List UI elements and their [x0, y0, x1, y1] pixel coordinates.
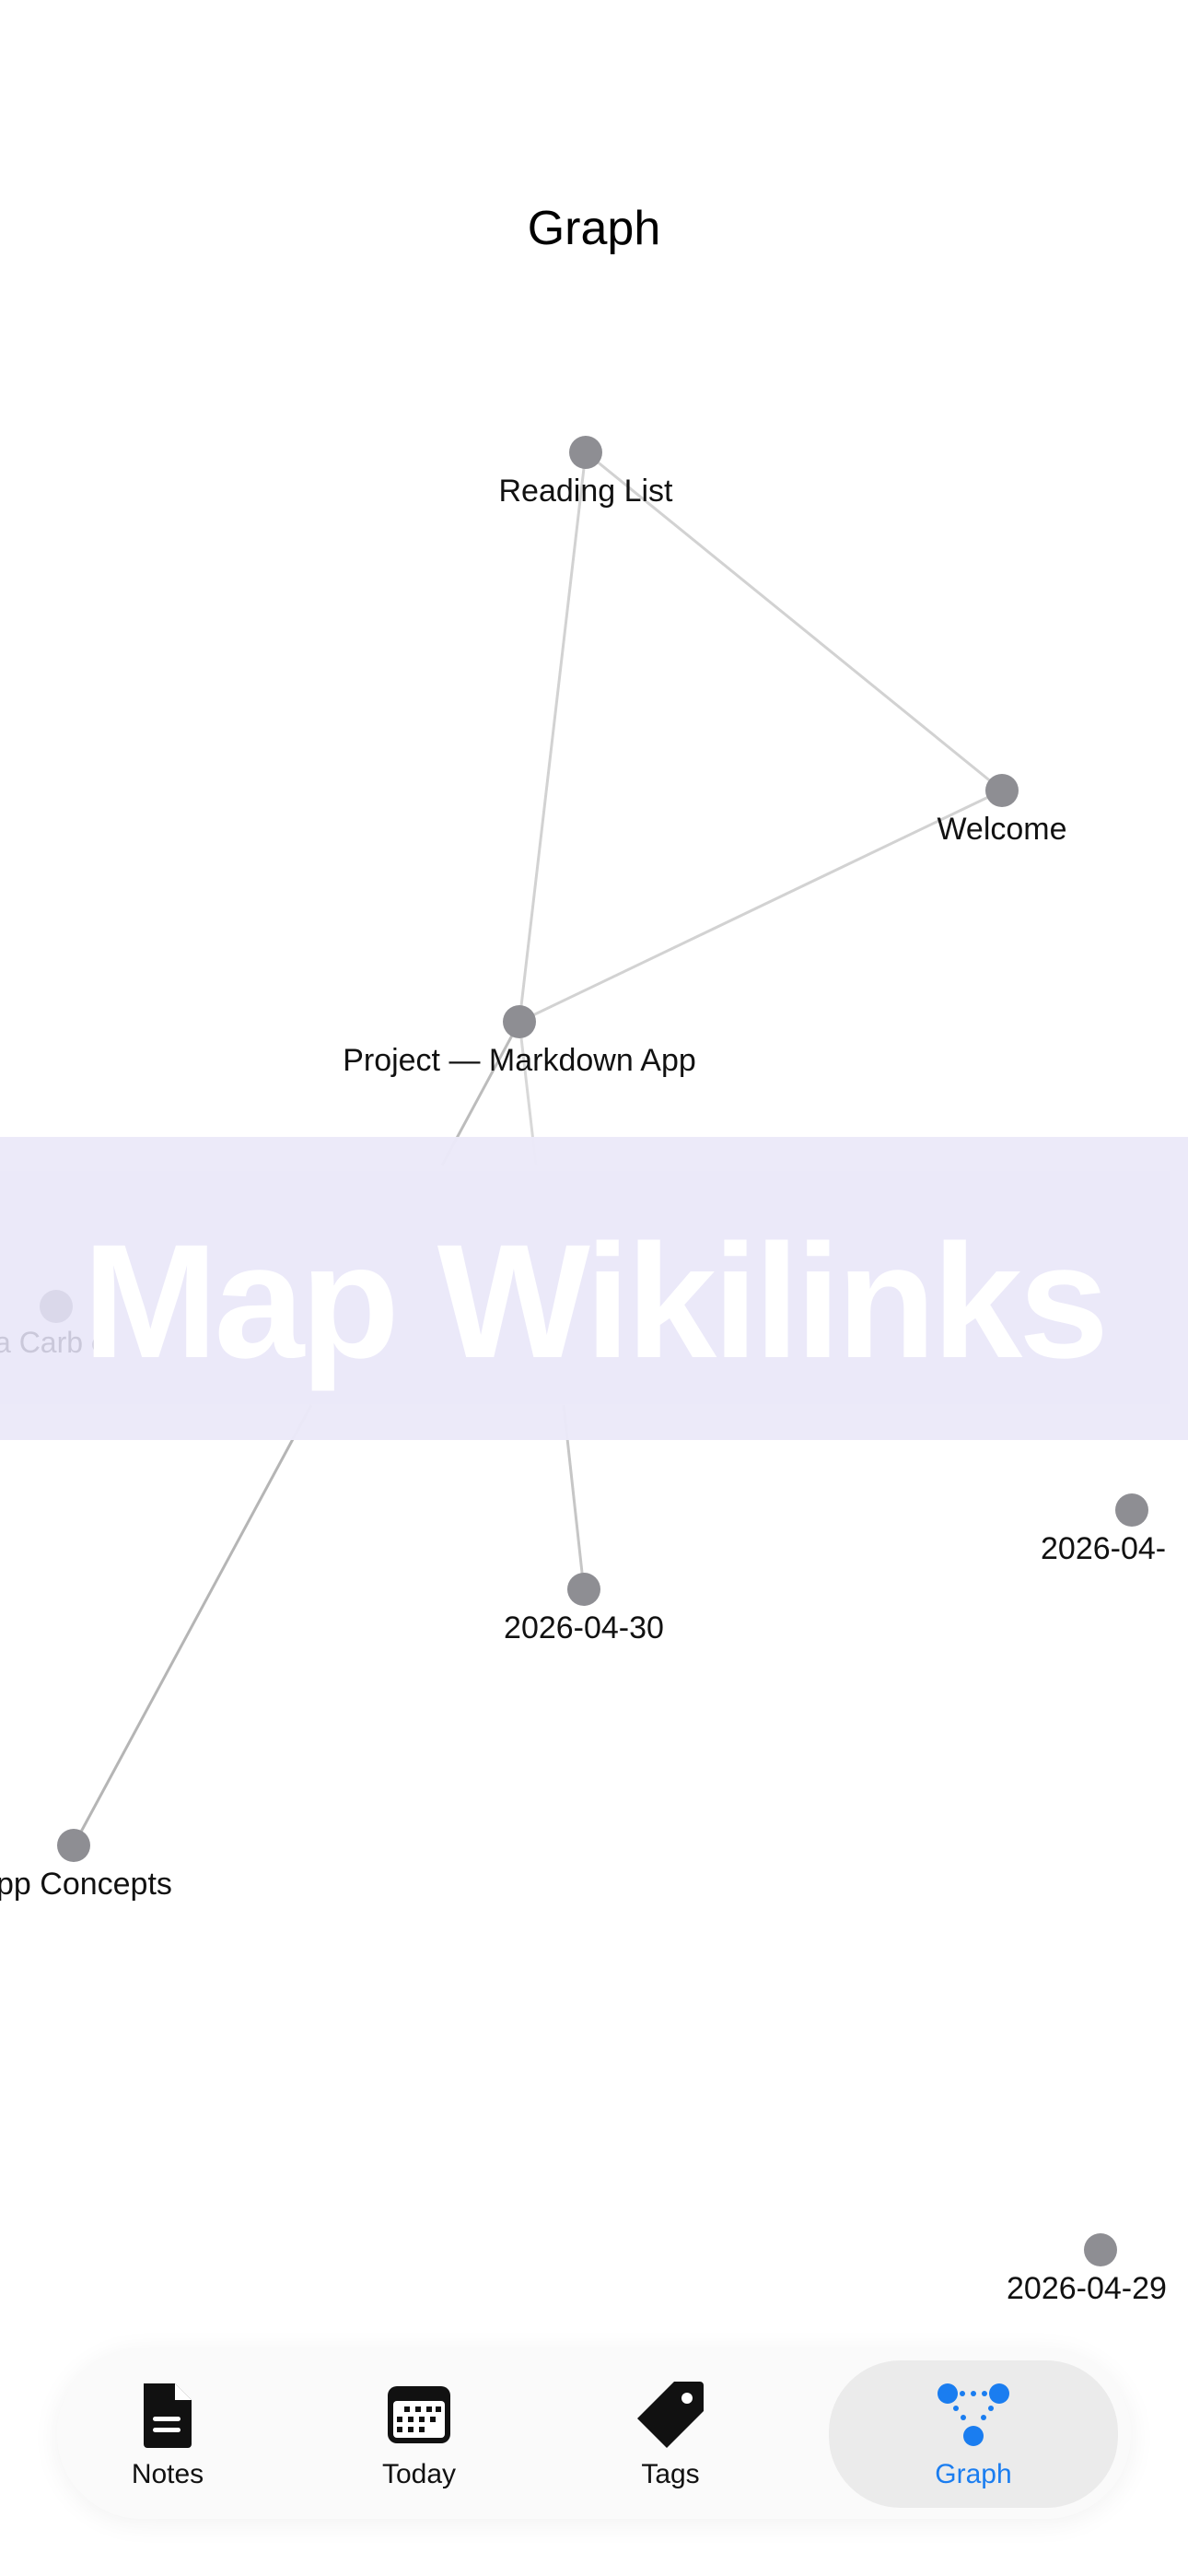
tab-today[interactable]: Today	[313, 2349, 525, 2519]
node-project-markdown-app[interactable]: Project — Markdown App	[343, 1005, 696, 1078]
node-label: 2026-04-29	[1007, 2271, 1167, 2306]
node-app-concepts[interactable]: pp Concepts	[0, 1829, 172, 1902]
tab-graph[interactable]: Graph	[829, 2360, 1118, 2508]
map-wikilinks-banner: a Carb e Map Wikilinks	[0, 1137, 1188, 1440]
node-label: 2026-04-30	[504, 1610, 664, 1645]
node-welcome[interactable]: Welcome	[937, 774, 1067, 847]
tag-icon	[634, 2378, 707, 2452]
node-label: Welcome	[937, 812, 1066, 847]
node-label: Reading List	[498, 474, 673, 509]
tab-label: Graph	[935, 2459, 1012, 2489]
tab-bar: Notes Today Tags Graph	[57, 2349, 1131, 2519]
tab-label: Today	[381, 2459, 457, 2489]
tab-label: Tags	[641, 2459, 700, 2489]
node-label: 2026-04-	[1041, 1531, 1166, 1566]
node-label: pp Concepts	[0, 1867, 172, 1902]
graph-icon	[937, 2378, 1010, 2452]
tab-tags[interactable]: Tags	[565, 2349, 776, 2519]
banner-heading: Map Wikilinks	[82, 1212, 1109, 1392]
note-icon	[131, 2378, 204, 2452]
node-2026-04-partial[interactable]: 2026-04-	[1041, 1493, 1166, 1566]
node-label: Project — Markdown App	[343, 1043, 696, 1078]
tab-notes[interactable]: Notes	[62, 2349, 274, 2519]
node-2026-04-30[interactable]: 2026-04-30	[504, 1573, 664, 1645]
edge-project-welcome	[518, 789, 1003, 1024]
edge-reading-project	[518, 451, 588, 1023]
tab-label: Notes	[131, 2459, 204, 2489]
calendar-icon	[382, 2378, 456, 2452]
node-reading-list[interactable]: Reading List	[498, 436, 673, 509]
node-2026-04-29[interactable]: 2026-04-29	[1007, 2233, 1167, 2306]
edge-concepts-lower	[72, 1404, 313, 1846]
